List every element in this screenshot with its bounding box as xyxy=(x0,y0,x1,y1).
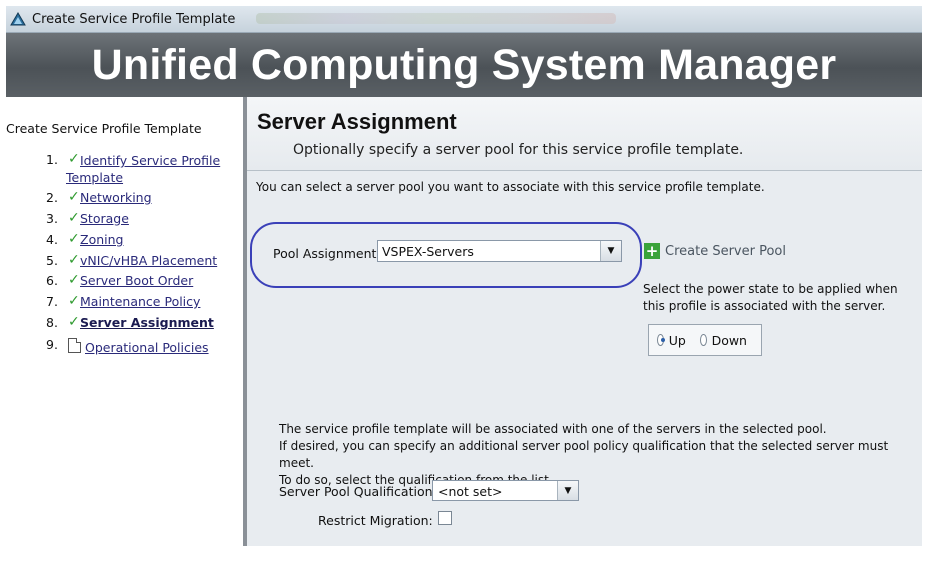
step-storage[interactable]: 3. ✓ Storage xyxy=(46,211,129,226)
checkmark-icon: ✓ xyxy=(68,151,80,167)
step-server-boot-order[interactable]: 6. ✓ Server Boot Order xyxy=(46,273,193,288)
step-number: 8. xyxy=(46,315,58,330)
pool-assignment-value: VSPEX-Servers xyxy=(382,244,474,259)
step-vnic-vhba-placement[interactable]: 5. ✓ vNIC/vHBA Placement xyxy=(46,253,217,268)
step-label-line2[interactable]: Template xyxy=(66,170,123,185)
step-networking[interactable]: 2. ✓ Networking xyxy=(46,190,152,205)
step-number: 4. xyxy=(46,232,58,247)
step-label[interactable]: Storage xyxy=(80,211,129,226)
window-title-bar: Create Service Profile Template xyxy=(6,6,922,33)
power-up-radio[interactable] xyxy=(657,334,665,346)
step-number: 6. xyxy=(46,273,58,288)
step-label[interactable]: Networking xyxy=(80,190,152,205)
power-up-label[interactable]: Up xyxy=(669,333,686,348)
checkmark-icon: ✓ xyxy=(68,189,80,205)
step-label[interactable]: vNIC/vHBA Placement xyxy=(80,253,217,268)
wizard-step-nav: Create Service Profile Template 1. ✓ Ide… xyxy=(0,97,243,546)
step-server-assignment[interactable]: 8. ✓ Server Assignment xyxy=(46,315,214,330)
step-label-line1[interactable]: Identify Service Profile xyxy=(80,153,220,168)
checkmark-icon: ✓ xyxy=(68,231,80,247)
step-label[interactable]: Server Boot Order xyxy=(80,273,193,288)
qualification-line2: If desired, you can specify an additiona… xyxy=(279,439,889,470)
power-down-radio[interactable] xyxy=(699,334,707,346)
step-number: 1. xyxy=(46,152,58,167)
nav-heading: Create Service Profile Template xyxy=(6,121,202,136)
power-down-label[interactable]: Down xyxy=(712,333,747,348)
checkmark-icon: ✓ xyxy=(68,210,80,226)
page-subtitle: Optionally specify a server pool for thi… xyxy=(293,142,744,158)
step-number: 7. xyxy=(46,294,58,309)
step-number: 9. xyxy=(46,337,58,352)
step-label[interactable]: Server Assignment xyxy=(80,315,214,330)
step-zoning[interactable]: 4. ✓ Zoning xyxy=(46,232,123,247)
step-label[interactable]: Zoning xyxy=(80,232,123,247)
restrict-migration-label: Restrict Migration: xyxy=(318,513,433,528)
chevron-down-icon[interactable]: ▼ xyxy=(557,481,578,500)
server-pool-qualification-label: Server Pool Qualification: xyxy=(279,484,437,499)
power-state-text: Select the power state to be applied whe… xyxy=(643,282,898,313)
step-operational-policies[interactable]: 9. Operational Policies xyxy=(46,337,209,355)
step-number: 5. xyxy=(46,253,58,268)
ucs-app-icon xyxy=(10,12,26,26)
step-number: 3. xyxy=(46,211,58,226)
intro-text: You can select a server pool you want to… xyxy=(256,180,765,194)
document-icon xyxy=(68,338,81,353)
restrict-migration-checkbox[interactable] xyxy=(438,511,452,525)
pool-assignment-label: Pool Assignment: xyxy=(273,246,381,261)
pool-assignment-dropdown[interactable]: VSPEX-Servers ▼ xyxy=(377,240,622,262)
power-state-group: Up Down xyxy=(648,324,762,356)
step-label[interactable]: Identify Service Profile Template xyxy=(66,152,220,186)
banner-title: Unified Computing System Manager xyxy=(91,40,837,89)
checkmark-icon: ✓ xyxy=(68,293,80,309)
chevron-down-icon[interactable]: ▼ xyxy=(600,241,621,261)
step-label[interactable]: Maintenance Policy xyxy=(80,294,200,309)
checkmark-icon: ✓ xyxy=(68,272,80,288)
server-pool-qualification-value: <not set> xyxy=(438,484,503,499)
step-header: Server Assignment Optionally specify a s… xyxy=(247,97,922,171)
step-label[interactable]: Operational Policies xyxy=(85,340,209,355)
qualification-description: The service profile template will be ass… xyxy=(279,421,922,489)
app-banner: Unified Computing System Manager xyxy=(6,33,922,97)
step-identify-template[interactable]: 1. ✓ Identify Service Profile Template xyxy=(46,152,220,186)
step-number: 2. xyxy=(46,190,58,205)
server-pool-qualification-dropdown[interactable]: <not set> ▼ xyxy=(432,480,579,501)
blurred-toolbar xyxy=(256,13,616,24)
checkmark-icon: ✓ xyxy=(68,252,80,268)
page-title: Server Assignment xyxy=(257,109,457,134)
window-title: Create Service Profile Template xyxy=(32,11,236,27)
plus-icon: + xyxy=(644,242,660,260)
create-server-pool-label[interactable]: Create Server Pool xyxy=(665,244,786,259)
step-maintenance-policy[interactable]: 7. ✓ Maintenance Policy xyxy=(46,294,200,309)
qualification-line1: The service profile template will be ass… xyxy=(279,422,827,436)
create-server-pool-button[interactable]: + Create Server Pool xyxy=(644,243,786,259)
content-panel: Server Assignment Optionally specify a s… xyxy=(247,97,922,546)
checkmark-icon: ✓ xyxy=(68,314,80,330)
